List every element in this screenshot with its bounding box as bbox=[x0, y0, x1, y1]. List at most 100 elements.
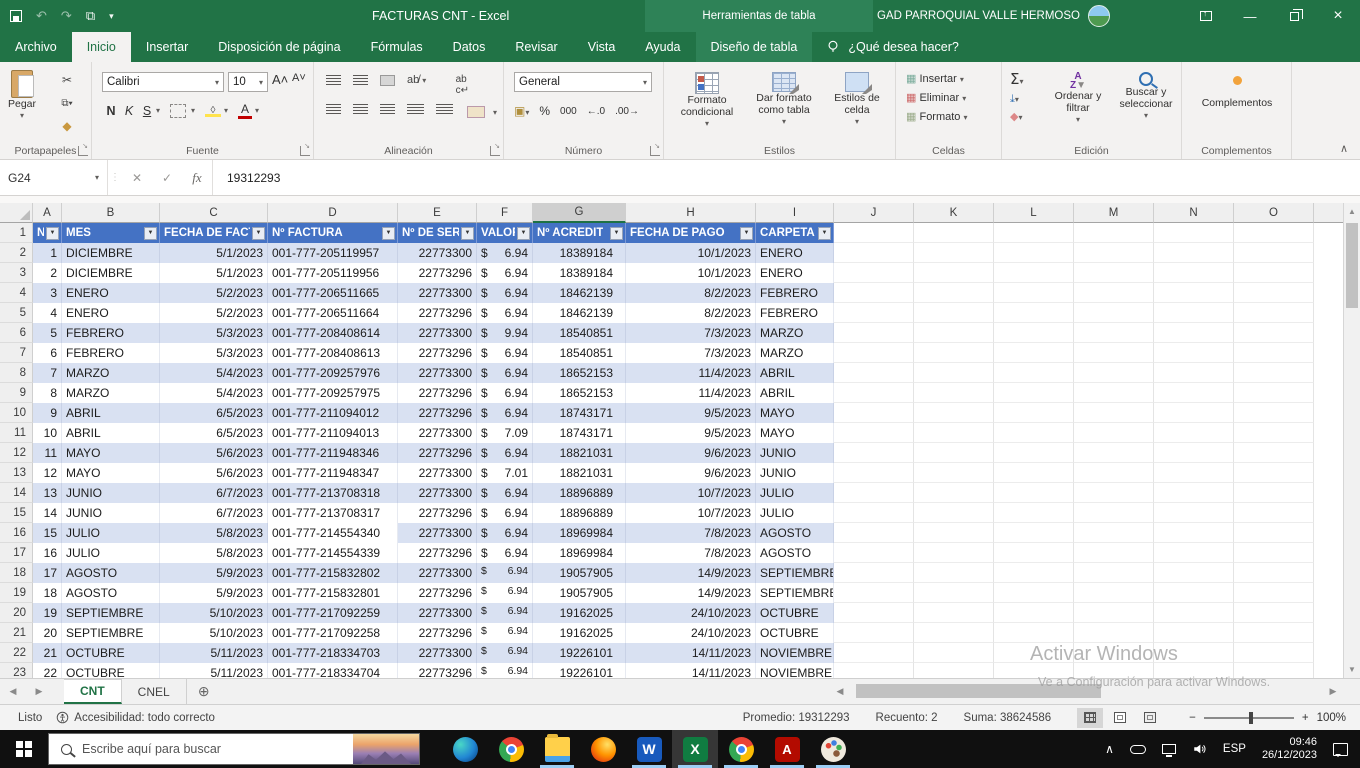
cell[interactable] bbox=[914, 643, 994, 663]
cell[interactable]: 11 bbox=[33, 443, 62, 463]
cell[interactable]: $6.94 bbox=[477, 363, 533, 383]
cell[interactable]: $6.94 bbox=[477, 263, 533, 283]
cell[interactable]: AGOSTO bbox=[756, 543, 834, 563]
autosum-icon[interactable]: Σ▾ bbox=[1010, 70, 1024, 89]
row-number-6[interactable]: 6 bbox=[0, 323, 33, 343]
cell[interactable]: 18 bbox=[33, 583, 62, 603]
cell[interactable] bbox=[994, 303, 1074, 323]
cell[interactable]: 22773300 bbox=[398, 323, 477, 343]
zoom-out-icon[interactable]: − bbox=[1189, 712, 1196, 724]
cell[interactable] bbox=[834, 603, 914, 623]
tab-f-rmulas[interactable]: Fórmulas bbox=[356, 32, 438, 62]
cell[interactable] bbox=[834, 243, 914, 263]
cell[interactable] bbox=[994, 583, 1074, 603]
cell[interactable]: $6.94 bbox=[477, 523, 533, 543]
cell[interactable] bbox=[1154, 263, 1234, 283]
cell[interactable]: 5/4/2023 bbox=[160, 363, 268, 383]
wrap-text-icon[interactable]: abc↵ bbox=[456, 74, 469, 96]
normal-view-button[interactable] bbox=[1077, 708, 1103, 728]
vertical-scrollbar[interactable]: ▲ ▼ bbox=[1343, 203, 1360, 678]
cell[interactable]: 5/3/2023 bbox=[160, 323, 268, 343]
cell[interactable] bbox=[1154, 243, 1234, 263]
cell[interactable]: 8 bbox=[33, 383, 62, 403]
tab-inicio[interactable]: Inicio bbox=[72, 32, 131, 62]
cell[interactable]: 21 bbox=[33, 643, 62, 663]
cell[interactable]: 22773300 bbox=[398, 243, 477, 263]
cell[interactable] bbox=[994, 563, 1074, 583]
cell[interactable]: 19057905 bbox=[533, 563, 626, 583]
tab-archivo[interactable]: Archivo bbox=[0, 32, 72, 62]
cell[interactable] bbox=[1154, 583, 1234, 603]
row-number-7[interactable]: 7 bbox=[0, 343, 33, 363]
cell[interactable]: 1 bbox=[33, 243, 62, 263]
vertical-scroll-thumb[interactable] bbox=[1346, 223, 1358, 308]
cell[interactable] bbox=[1154, 303, 1234, 323]
align-left-icon[interactable] bbox=[326, 104, 341, 115]
font-dialog-launcher[interactable] bbox=[300, 146, 310, 156]
cell[interactable]: $6.94 bbox=[477, 303, 533, 323]
cell[interactable]: 001-777-213708317 bbox=[268, 503, 398, 523]
row-number-15[interactable]: 15 bbox=[0, 503, 33, 523]
cell[interactable] bbox=[914, 583, 994, 603]
row-number-13[interactable]: 13 bbox=[0, 463, 33, 483]
cell[interactable] bbox=[914, 663, 994, 678]
taskbar-app-explorer-icon[interactable] bbox=[534, 730, 580, 768]
page-layout-view-button[interactable] bbox=[1107, 708, 1133, 728]
cell[interactable] bbox=[1074, 563, 1154, 583]
close-button[interactable]: × bbox=[1316, 0, 1360, 32]
cell[interactable]: $6.94 bbox=[477, 643, 533, 663]
cell[interactable]: 001-777-206511665 bbox=[268, 283, 398, 303]
cell[interactable]: 24/10/2023 bbox=[626, 603, 756, 623]
cell[interactable]: $6.94 bbox=[477, 283, 533, 303]
cell[interactable]: 9/5/2023 bbox=[626, 403, 756, 423]
cell[interactable]: ABRIL bbox=[756, 363, 834, 383]
search-highlight-image[interactable] bbox=[353, 734, 419, 764]
cell[interactable]: NOVIEMBRE bbox=[756, 643, 834, 663]
table-header-cell-fecha-de-pago[interactable]: FECHA DE PAGO▼ bbox=[626, 223, 756, 243]
cell[interactable]: $6.94 bbox=[477, 663, 533, 678]
tab-disposici-n-de-p-gina[interactable]: Disposición de página bbox=[203, 32, 355, 62]
cell[interactable]: 10/1/2023 bbox=[626, 263, 756, 283]
sort-filter-button[interactable]: AZ▼ Ordenar y filtrar▾ bbox=[1046, 72, 1110, 126]
zoom-in-icon[interactable]: + bbox=[1302, 712, 1309, 724]
cell[interactable]: 11/4/2023 bbox=[626, 363, 756, 383]
cell[interactable]: DICIEMBRE bbox=[62, 263, 160, 283]
cell[interactable]: $7.01 bbox=[477, 463, 533, 483]
cell[interactable] bbox=[914, 303, 994, 323]
ribbon-display-options-button[interactable] bbox=[1184, 0, 1228, 32]
shrink-font-icon[interactable]: A˅ bbox=[292, 72, 306, 84]
accounting-format-icon[interactable]: ▣▾ bbox=[514, 104, 529, 118]
cell[interactable]: 16 bbox=[33, 543, 62, 563]
align-middle-icon[interactable] bbox=[353, 75, 368, 86]
taskbar-clock[interactable]: 09:46 26/12/2023 bbox=[1262, 736, 1317, 762]
cell[interactable]: 18743171 bbox=[533, 423, 626, 443]
cell[interactable] bbox=[994, 283, 1074, 303]
cell[interactable]: 18462139 bbox=[533, 303, 626, 323]
cell[interactable]: 18821031 bbox=[533, 463, 626, 483]
cell[interactable]: 7/3/2023 bbox=[626, 343, 756, 363]
font-name-select[interactable]: Calibri▾ bbox=[102, 72, 224, 92]
tray-expand-icon[interactable]: ∧ bbox=[1105, 742, 1114, 756]
cell[interactable] bbox=[834, 283, 914, 303]
cell[interactable]: 5/10/2023 bbox=[160, 603, 268, 623]
cell[interactable]: 5/8/2023 bbox=[160, 523, 268, 543]
align-bottom-icon[interactable] bbox=[380, 75, 395, 86]
cell[interactable]: 001-777-205119957 bbox=[268, 243, 398, 263]
column-header-C[interactable]: C bbox=[160, 203, 268, 223]
cell[interactable]: OCTUBRE bbox=[62, 643, 160, 663]
cell[interactable]: 5/11/2023 bbox=[160, 643, 268, 663]
cell[interactable]: 22773296 bbox=[398, 343, 477, 363]
cell[interactable]: $6.94 bbox=[477, 563, 533, 583]
cell[interactable] bbox=[1154, 483, 1234, 503]
cell[interactable] bbox=[834, 323, 914, 343]
tell-me-box[interactable]: ¿Qué desea hacer? bbox=[812, 32, 973, 62]
cell-styles-button[interactable]: Estilos de celda▾ bbox=[826, 72, 888, 128]
cell[interactable] bbox=[1234, 503, 1314, 523]
tab-datos[interactable]: Datos bbox=[438, 32, 501, 62]
collapse-ribbon-icon[interactable]: ∧ bbox=[1340, 142, 1348, 155]
cell[interactable] bbox=[914, 383, 994, 403]
comma-style-button[interactable]: 000 bbox=[560, 106, 577, 117]
cell[interactable] bbox=[994, 503, 1074, 523]
cell[interactable] bbox=[914, 423, 994, 443]
cell[interactable]: FEBRERO bbox=[62, 323, 160, 343]
